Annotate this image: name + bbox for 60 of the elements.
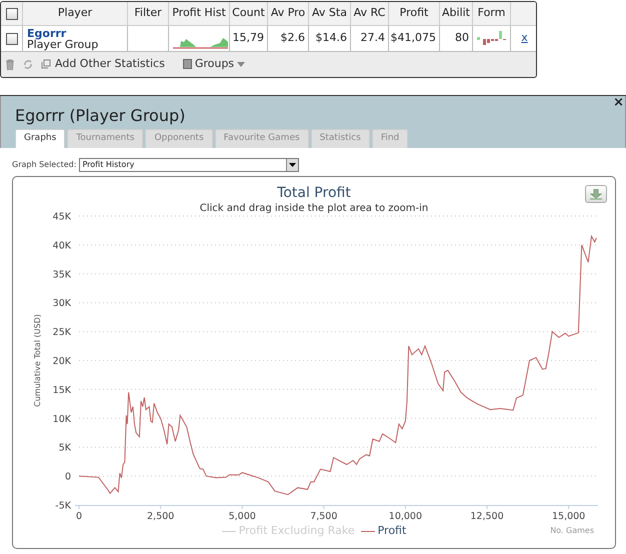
- column-header[interactable]: Count: [230, 2, 268, 26]
- download-button[interactable]: [585, 185, 607, 203]
- y-tick-label: 10K: [52, 414, 71, 425]
- download-icon: [590, 188, 602, 200]
- x-axis-label: No. Games: [550, 526, 594, 535]
- checkbox[interactable]: [6, 8, 18, 20]
- x-tick-label: 15,000: [552, 511, 586, 522]
- x-tick-label: 10,000: [388, 511, 422, 522]
- groups-button[interactable]: Groups: [182, 56, 246, 72]
- table-cell: $41,075: [389, 26, 440, 52]
- table-cell: 27.4: [351, 26, 389, 52]
- x-tick-label: 12,500: [470, 511, 504, 522]
- table-cell: 80: [440, 26, 473, 52]
- column-header[interactable]: Av Sta: [309, 2, 351, 26]
- window-title: Egorrr (Player Group): [15, 105, 186, 127]
- y-tick-label: 40K: [52, 240, 71, 252]
- x-tick-label: 2,500: [147, 511, 174, 522]
- column-header[interactable]: Profit: [389, 2, 440, 26]
- caret-icon: [237, 62, 246, 66]
- x-tick-label: 0: [76, 511, 82, 522]
- close-button[interactable]: ×: [613, 96, 624, 109]
- player-link[interactable]: Egorrr: [27, 28, 66, 38]
- y-tick-label: 45K: [52, 212, 71, 222]
- chart-title: Total Profit: [277, 184, 351, 203]
- player-type: Player Group: [27, 38, 98, 50]
- y-axis-label: Cumulative Total (USD): [33, 314, 42, 407]
- y-tick-label: 35K: [52, 269, 71, 280]
- form-chart: [474, 30, 508, 48]
- caret-icon: [289, 163, 296, 167]
- x-tick-label: 5,000: [228, 511, 256, 522]
- legend-item[interactable]: Profit: [360, 523, 406, 540]
- windows-icon: [41, 59, 51, 69]
- column-header[interactable]: Profit Hist: [169, 2, 230, 26]
- chart-subtitle: Click and drag inside the plot area to zoom-in: [200, 202, 428, 216]
- y-tick-label: 5K: [58, 442, 71, 454]
- column-header[interactable]: Player: [23, 2, 128, 26]
- y-tick-label: 25K: [52, 327, 71, 338]
- y-tick-label: 15K: [52, 384, 71, 396]
- y-tick-label: -5K: [55, 500, 71, 512]
- column-header[interactable]: Av Pro: [268, 2, 309, 26]
- x-tick-label: 7,500: [310, 511, 338, 522]
- y-tick-label: 20K: [52, 356, 71, 367]
- y-tick-label: 30K: [52, 298, 71, 310]
- square-icon: [182, 59, 192, 69]
- trash-icon[interactable]: [5, 58, 15, 70]
- field-label: Graph Selected:: [12, 159, 76, 171]
- remove-link[interactable]: x: [521, 30, 528, 47]
- table-cell: $2.6: [268, 26, 309, 52]
- column-header[interactable]: Av RC: [351, 2, 389, 26]
- add-statistics-button[interactable]: Add Other Statistics: [41, 56, 165, 72]
- checkbox[interactable]: [6, 32, 18, 44]
- table-cell: 15,79: [230, 26, 268, 52]
- tab[interactable]: Graphs: [15, 129, 66, 148]
- y-tick-label: 0: [64, 472, 71, 483]
- column-header[interactable]: Form: [473, 2, 511, 26]
- column-header[interactable]: Filter: [128, 2, 169, 26]
- table-cell: $14.6: [309, 26, 351, 52]
- refresh-icon[interactable]: [23, 58, 33, 70]
- column-header[interactable]: Abilit: [440, 2, 473, 26]
- graph-dropdown[interactable]: Profit History: [79, 158, 300, 172]
